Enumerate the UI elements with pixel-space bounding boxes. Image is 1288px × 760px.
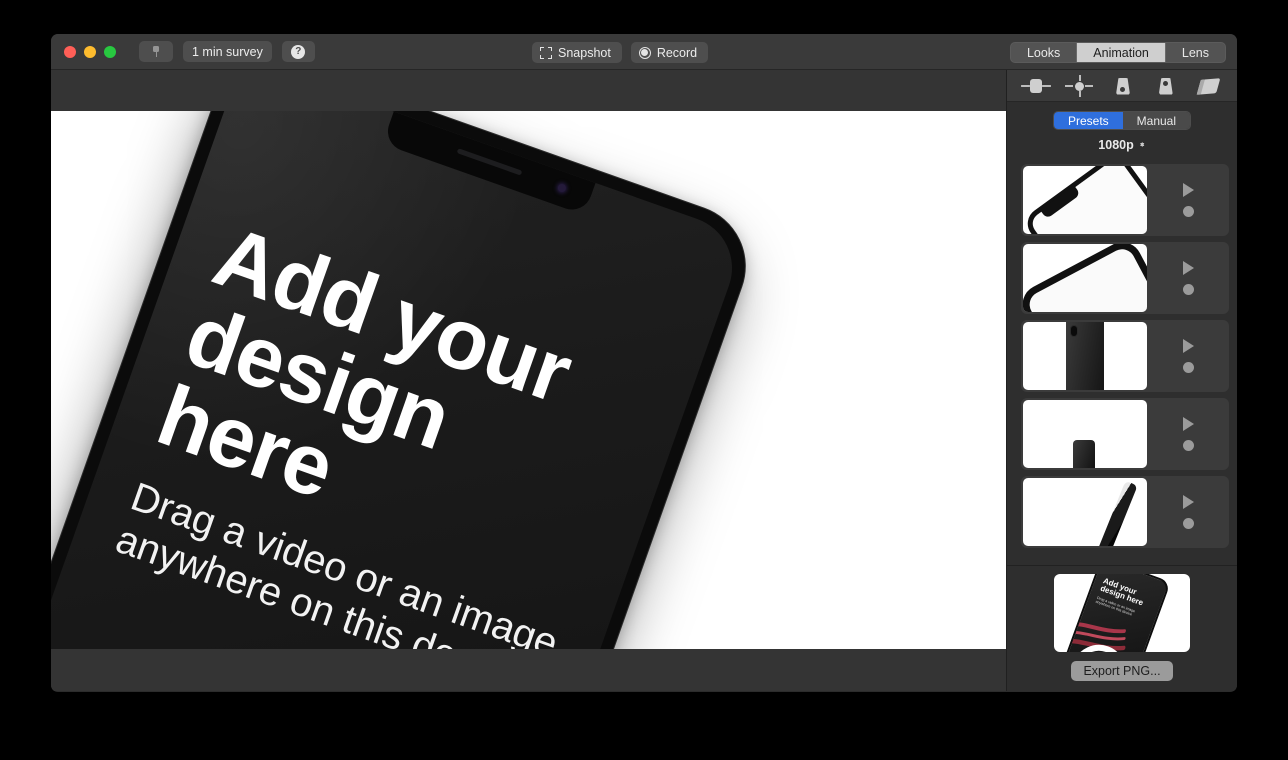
zoom-window-button[interactable] <box>104 45 116 58</box>
preset-controls <box>1147 261 1229 295</box>
minimize-window-button[interactable] <box>84 45 96 58</box>
preset-row[interactable] <box>1021 242 1229 314</box>
window-body: Add your design here Drag a video or an … <box>51 70 1237 691</box>
help-button[interactable]: ? <box>281 41 315 62</box>
device-art <box>1093 480 1138 546</box>
chevron-updown-icon: ▲ ▼ <box>1138 140 1146 149</box>
play-icon[interactable] <box>1182 339 1194 353</box>
preset-controls <box>1147 183 1229 217</box>
device-art <box>1023 244 1147 312</box>
pin-button[interactable] <box>139 41 173 62</box>
export-png-button[interactable]: Export PNG... <box>1071 661 1173 681</box>
play-icon[interactable] <box>1182 495 1194 509</box>
canvas-bottom-band <box>51 649 1006 691</box>
traffic-lights <box>64 45 116 58</box>
left-toolbar-group: 1 min survey ? <box>139 41 315 62</box>
play-icon[interactable] <box>1182 261 1194 275</box>
play-icon[interactable] <box>1182 183 1194 197</box>
canvas-stage[interactable]: Add your design here Drag a video or an … <box>51 111 1006 649</box>
segment-manual[interactable]: Manual <box>1122 112 1191 129</box>
play-icon[interactable] <box>1182 417 1194 431</box>
preset-controls <box>1147 339 1229 373</box>
segment-presets[interactable]: Presets <box>1053 112 1123 129</box>
record-button[interactable]: Record <box>630 42 709 63</box>
app-window: 1 min survey ? Snapshot Record Looks Ani… <box>51 34 1237 692</box>
preset-controls <box>1147 495 1229 529</box>
preset-thumbnail[interactable] <box>1023 322 1147 390</box>
resolution-value: 1080p <box>1098 138 1134 152</box>
record-dot-icon[interactable] <box>1182 362 1194 373</box>
canvas-top-band <box>51 70 1006 111</box>
record-dot-icon[interactable] <box>1182 206 1194 217</box>
preset-row[interactable] <box>1021 320 1229 392</box>
device-art <box>1073 440 1095 468</box>
tab-animation[interactable]: Animation <box>1077 43 1166 62</box>
preset-thumbnail[interactable] <box>1023 478 1147 546</box>
preset-row[interactable] <box>1021 164 1229 236</box>
preset-thumbnail[interactable] <box>1023 400 1147 468</box>
device-art <box>1066 322 1104 390</box>
crosshair-center-icon[interactable] <box>1064 74 1094 97</box>
preset-row[interactable] <box>1021 398 1229 470</box>
earpiece-speaker-icon <box>456 148 523 176</box>
preset-mode-segments: Presets Manual <box>1052 111 1192 130</box>
close-window-button[interactable] <box>64 45 76 58</box>
preset-controls <box>1147 417 1229 451</box>
presets-header: Presets Manual 1080p ▲ ▼ <box>1007 102 1237 158</box>
resolution-stepper[interactable]: 1080p ▲ ▼ <box>1007 138 1237 152</box>
device-mockup[interactable]: Add your design here Drag a video or an … <box>51 111 763 649</box>
preset-thumbnail[interactable] <box>1023 244 1147 312</box>
session-button[interactable]: 1 min survey <box>183 41 272 62</box>
snapshot-button[interactable]: Snapshot <box>532 42 622 63</box>
title-bar: 1 min survey ? Snapshot Record Looks Ani… <box>51 34 1237 70</box>
center-toolbar-group: Snapshot Record <box>532 42 709 63</box>
preview-section: Add your design here Drag a video or an … <box>1007 565 1237 691</box>
animation-tool-icons <box>1007 70 1237 102</box>
preset-list[interactable] <box>1007 158 1237 565</box>
canvas-column: Add your design here Drag a video or an … <box>51 70 1006 691</box>
horizontal-position-icon[interactable] <box>1021 75 1052 97</box>
device-tilt-icon[interactable] <box>1193 75 1223 97</box>
pin-icon <box>152 46 161 57</box>
preview-thumbnail[interactable]: Add your design here Drag a video or an … <box>1054 574 1190 652</box>
record-circle-icon <box>638 46 651 59</box>
preset-thumbnail[interactable] <box>1023 166 1147 234</box>
record-label: Record <box>656 45 698 60</box>
animation-side-panel: Presets Manual 1080p ▲ ▼ Add your design… <box>1006 70 1237 691</box>
record-dot-icon[interactable] <box>1182 440 1194 451</box>
device-art <box>1023 166 1147 234</box>
panel-tabs: Looks Animation Lens <box>1009 42 1226 63</box>
snapshot-label: Snapshot <box>558 45 611 60</box>
tab-lens[interactable]: Lens <box>1166 43 1225 62</box>
device-top-icon[interactable] <box>1150 75 1180 97</box>
record-dot-icon[interactable] <box>1182 284 1194 295</box>
device-screen: Add your design here Drag a video or an … <box>51 111 747 649</box>
record-dot-icon[interactable] <box>1182 518 1194 529</box>
question-mark-icon: ? <box>291 44 306 59</box>
preview-device-art: Add your design here Drag a video or an … <box>1063 574 1171 652</box>
preset-row[interactable] <box>1021 476 1229 548</box>
crop-frame-icon <box>540 46 552 59</box>
device-bottom-icon[interactable] <box>1107 75 1137 97</box>
tab-looks[interactable]: Looks <box>1011 43 1078 62</box>
front-camera-icon <box>556 182 568 194</box>
